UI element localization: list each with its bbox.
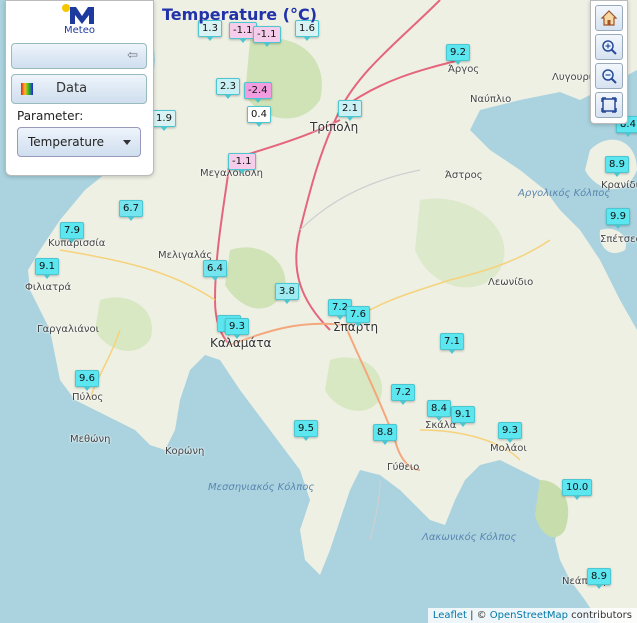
- data-button-label: Data: [56, 81, 88, 96]
- temperature-marker[interactable]: 7.2: [391, 384, 415, 405]
- place-label: Γαργαλιάνοι: [37, 324, 100, 335]
- temperature-marker[interactable]: 2.1: [338, 100, 362, 121]
- temperature-marker[interactable]: 8.4: [427, 400, 451, 421]
- place-label: Άστρος: [445, 170, 483, 181]
- collapse-panel-button[interactable]: ⇦: [11, 43, 147, 69]
- place-label: Μεθώνη: [70, 434, 111, 445]
- openstreetmap-link[interactable]: OpenStreetMap: [490, 610, 568, 621]
- place-label: Κορώνη: [165, 446, 205, 457]
- temperature-marker[interactable]: 6.7: [119, 200, 143, 221]
- temperature-marker[interactable]: 6.4: [203, 260, 227, 281]
- leaflet-link[interactable]: Leaflet: [433, 610, 467, 621]
- temperature-marker[interactable]: 10.0: [562, 479, 593, 500]
- temperature-marker[interactable]: 9.3: [225, 318, 249, 339]
- map-title: Temperature (°C): [162, 5, 318, 24]
- place-label: Πύλος: [72, 392, 104, 403]
- zoom-out-button[interactable]: [595, 63, 623, 89]
- temperature-marker[interactable]: 7.1: [440, 333, 464, 354]
- zoom-in-button[interactable]: [595, 34, 623, 60]
- sea-label: Μεσσηνιακός Κόλπος: [208, 482, 315, 493]
- zoom-in-icon: [602, 40, 617, 55]
- place-label: Φιλιατρά: [25, 282, 72, 293]
- temperature-marker[interactable]: 3.8: [275, 283, 299, 304]
- parameter-label: Parameter:: [17, 109, 84, 123]
- temperature-marker[interactable]: -1.1: [253, 26, 281, 47]
- fullscreen-icon: [601, 97, 617, 113]
- control-panel: Meteo ⇦ Data Parameter: Temperature: [5, 0, 154, 176]
- home-icon: [600, 10, 618, 26]
- place-label: Τρίπολη: [310, 120, 359, 134]
- place-label: Άργος: [448, 64, 480, 75]
- palette-icon: [21, 83, 33, 95]
- map-attribution: Leaflet | © OpenStreetMap contributors: [427, 608, 637, 623]
- meteo-logo: Meteo: [61, 3, 103, 37]
- zoom-out-icon: [602, 69, 617, 84]
- temperature-marker[interactable]: 0.4: [247, 106, 271, 127]
- temperature-marker[interactable]: -2.4: [244, 82, 272, 103]
- temperature-marker[interactable]: -1.1: [228, 153, 256, 174]
- temperature-marker[interactable]: 1.9: [152, 110, 176, 131]
- parameter-select-value: Temperature: [28, 135, 105, 149]
- place-label: Σπέτσες: [600, 234, 637, 245]
- attribution-suffix: contributors: [568, 610, 632, 621]
- place-label: Κυπαρισσία: [48, 238, 106, 249]
- temperature-marker[interactable]: 2.3: [216, 78, 240, 99]
- temperature-marker[interactable]: 9.2: [446, 44, 470, 65]
- logo-text: Meteo: [64, 25, 95, 36]
- place-label: Λεωνίδιο: [488, 277, 534, 288]
- temperature-marker[interactable]: 9.1: [451, 406, 475, 427]
- temperature-marker[interactable]: 8.9: [587, 568, 611, 589]
- attribution-separator: | ©: [466, 610, 490, 621]
- temperature-marker[interactable]: 7.6: [346, 306, 370, 327]
- temperature-marker[interactable]: 9.9: [606, 208, 630, 229]
- temperature-marker[interactable]: 8.8: [373, 424, 397, 445]
- temperature-marker[interactable]: 8.9: [605, 156, 629, 177]
- temperature-marker[interactable]: 9.6: [75, 370, 99, 391]
- data-button[interactable]: Data: [11, 74, 147, 104]
- place-label: Γύθειο: [387, 462, 420, 473]
- temperature-marker[interactable]: 7.9: [60, 222, 84, 243]
- temperature-marker[interactable]: 9.1: [35, 258, 59, 279]
- meteo-logo-icon: [62, 4, 94, 24]
- sea-label: Λακωνικός Κόλπος: [422, 532, 517, 543]
- temperature-marker[interactable]: 9.3: [498, 422, 522, 443]
- sea-label: Αργολικός Κόλπος: [518, 188, 611, 199]
- place-label: Μολάοι: [490, 443, 527, 454]
- arrow-left-icon: ⇦: [127, 48, 138, 63]
- place-label: Ναύπλιο: [470, 94, 512, 105]
- caret-down-icon: [123, 140, 131, 145]
- home-button[interactable]: [595, 5, 623, 31]
- map-toolbar: [590, 0, 628, 124]
- temperature-marker[interactable]: 9.5: [294, 420, 318, 441]
- parameter-select[interactable]: Temperature: [17, 127, 141, 157]
- fullscreen-button[interactable]: [595, 92, 623, 118]
